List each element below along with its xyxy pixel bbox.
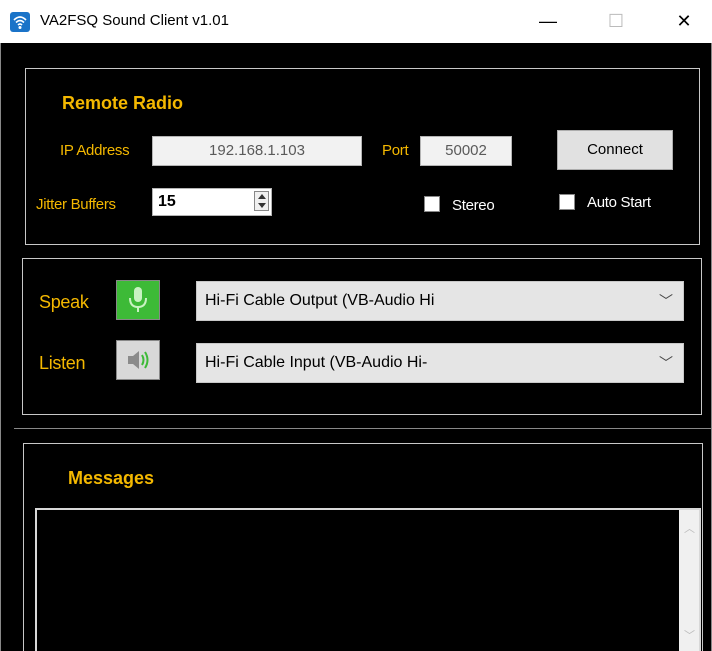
auto-start-label: Auto Start bbox=[587, 194, 651, 211]
stepper-arrows[interactable] bbox=[254, 191, 269, 211]
messages-scrollbar[interactable]: ︿ ﹀ bbox=[679, 510, 699, 651]
microphone-icon[interactable] bbox=[116, 280, 160, 320]
title-bar: VA2FSQ Sound Client v1.01 — ☐ ✕ bbox=[0, 0, 712, 44]
messages-heading: Messages bbox=[68, 468, 155, 488]
ip-address-input[interactable]: 192.168.1.103 bbox=[152, 136, 362, 166]
section-divider bbox=[14, 428, 712, 429]
listen-label: Listen bbox=[39, 353, 86, 373]
speaker-icon[interactable] bbox=[116, 340, 160, 380]
wifi-icon bbox=[10, 12, 30, 32]
scroll-up-icon[interactable]: ︿ bbox=[684, 520, 695, 536]
stereo-label: Stereo bbox=[452, 197, 495, 214]
window-title: VA2FSQ Sound Client v1.01 bbox=[40, 12, 229, 29]
speak-label: Speak bbox=[39, 292, 89, 312]
chevron-down-icon[interactable]: ﹀ bbox=[659, 344, 673, 382]
port-input[interactable]: 50002 bbox=[420, 136, 512, 166]
stepper-up-icon[interactable] bbox=[258, 194, 266, 199]
stereo-checkbox[interactable] bbox=[424, 196, 440, 212]
speak-device-value: Hi-Fi Cable Output (VB-Audio Hi bbox=[205, 292, 435, 309]
speak-device-select[interactable]: Hi-Fi Cable Output (VB-Audio Hi ﹀ bbox=[196, 281, 684, 321]
listen-device-select[interactable]: Hi-Fi Cable Input (VB-Audio Hi- ﹀ bbox=[196, 343, 684, 383]
connect-button[interactable]: Connect bbox=[557, 130, 673, 170]
chevron-down-icon[interactable]: ﹀ bbox=[659, 282, 673, 320]
port-label: Port bbox=[382, 142, 409, 159]
jitter-buffers-stepper[interactable]: 15 bbox=[152, 188, 272, 216]
maximize-button[interactable]: ☐ bbox=[588, 0, 644, 43]
remote-radio-heading: Remote Radio bbox=[62, 93, 184, 113]
auto-start-checkbox[interactable] bbox=[559, 194, 575, 210]
close-button[interactable]: ✕ bbox=[656, 0, 712, 43]
jitter-buffers-value: 15 bbox=[158, 193, 176, 210]
minimize-button[interactable]: — bbox=[520, 0, 576, 43]
stepper-down-icon[interactable] bbox=[258, 203, 266, 208]
jitter-buffers-label: Jitter Buffers bbox=[36, 196, 116, 213]
ip-address-label: IP Address bbox=[60, 142, 130, 159]
messages-textarea[interactable]: ︿ ﹀ bbox=[35, 508, 701, 651]
listen-device-value: Hi-Fi Cable Input (VB-Audio Hi- bbox=[205, 354, 428, 371]
scroll-down-icon[interactable]: ﹀ bbox=[684, 627, 695, 643]
